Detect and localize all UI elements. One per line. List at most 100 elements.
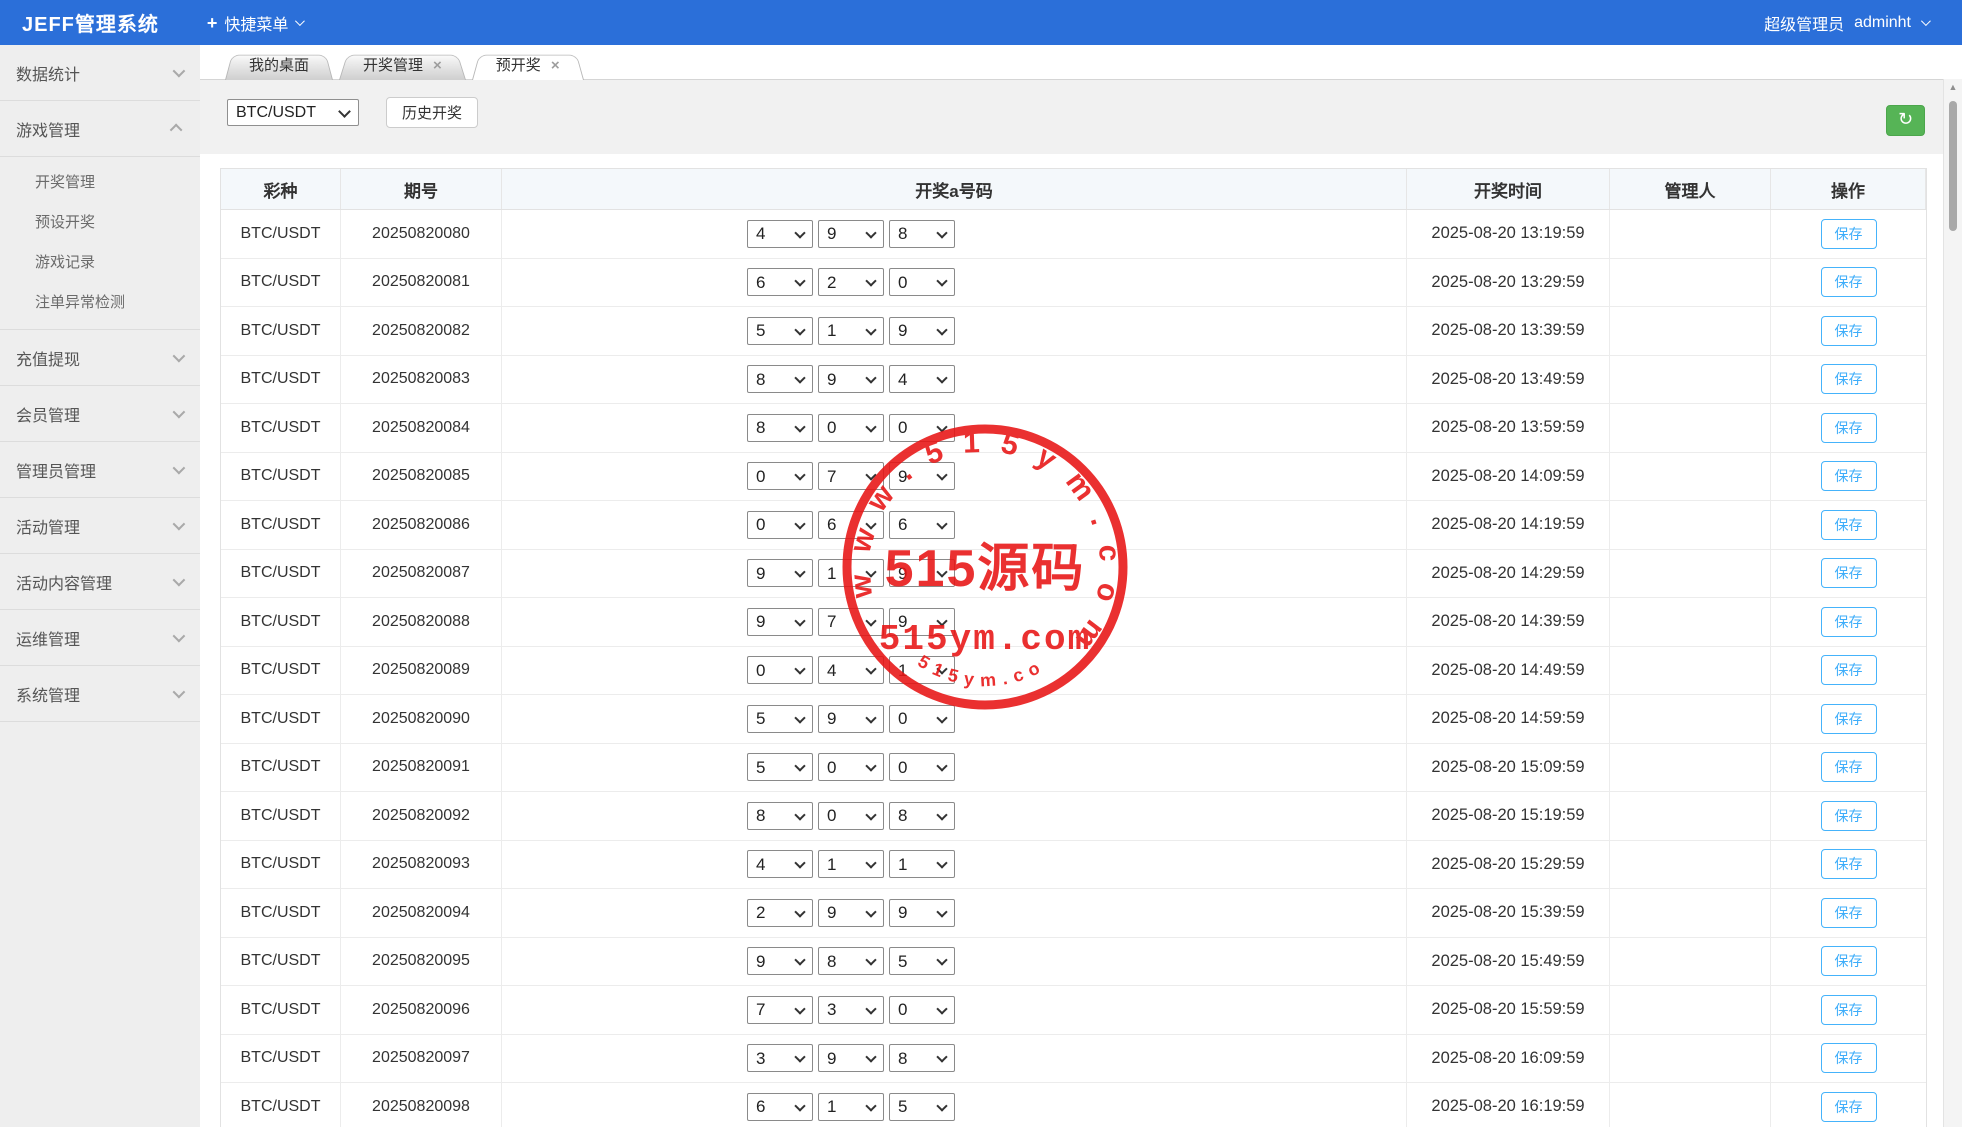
save-button[interactable]: 保存 [1821,267,1877,297]
number-select[interactable]: 8 [889,220,955,248]
sidebar-item-recharge-withdraw[interactable]: 充值提现 [0,330,200,386]
number-select[interactable]: 7 [818,462,884,490]
number-select[interactable]: 0 [889,268,955,296]
number-select[interactable]: 9 [889,899,955,927]
number-select[interactable]: 9 [747,559,813,587]
tab-close-icon[interactable]: × [551,57,560,74]
number-select[interactable]: 3 [747,1044,813,1072]
number-select[interactable]: 0 [818,753,884,781]
sidebar-item-data-stats[interactable]: 数据统计 [0,45,200,101]
save-button[interactable]: 保存 [1821,946,1877,976]
number-select[interactable]: 5 [747,753,813,781]
number-select[interactable]: 9 [747,608,813,636]
number-select[interactable]: 7 [818,608,884,636]
number-select[interactable]: 5 [889,1093,955,1121]
save-button[interactable]: 保存 [1821,1092,1877,1122]
number-select[interactable]: 3 [818,996,884,1024]
tab-close-icon[interactable]: × [433,57,442,74]
number-select[interactable]: 8 [747,414,813,442]
number-select[interactable]: 4 [818,656,884,684]
number-select[interactable]: 1 [818,559,884,587]
sidebar-subitem-game-records[interactable]: 游戏记录 [0,243,200,283]
save-button[interactable]: 保存 [1821,704,1877,734]
number-select[interactable]: 5 [747,705,813,733]
number-select[interactable]: 0 [818,414,884,442]
number-select[interactable]: 0 [818,802,884,830]
scrollbar-up-arrow[interactable]: ▲ [1944,79,1962,95]
sidebar-subitem-preset-draw[interactable]: 预设开奖 [0,203,200,243]
number-select[interactable]: 7 [747,996,813,1024]
save-button[interactable]: 保存 [1821,558,1877,588]
sidebar-item-activity-content-mgmt[interactable]: 活动内容管理 [0,554,200,610]
sidebar-item-ops-mgmt[interactable]: 运维管理 [0,610,200,666]
save-button[interactable]: 保存 [1821,413,1877,443]
number-select[interactable]: 0 [889,414,955,442]
tab-my-desktop[interactable]: 我的桌面 [225,51,333,80]
number-select[interactable]: 1 [818,850,884,878]
number-select[interactable]: 6 [889,511,955,539]
save-button[interactable]: 保存 [1821,219,1877,249]
refresh-button[interactable]: ↻ [1886,105,1925,136]
number-select[interactable]: 4 [747,850,813,878]
number-select[interactable]: 0 [747,656,813,684]
scrollbar-thumb[interactable] [1949,101,1957,231]
number-select[interactable]: 9 [818,1044,884,1072]
number-select[interactable]: 9 [747,947,813,975]
number-select[interactable]: 1 [818,1093,884,1121]
save-button[interactable]: 保存 [1821,655,1877,685]
number-select[interactable]: 1 [889,656,955,684]
number-select[interactable]: 8 [818,947,884,975]
number-select[interactable]: 8 [889,1044,955,1072]
number-select[interactable]: 5 [747,317,813,345]
number-select[interactable]: 6 [818,511,884,539]
number-select[interactable]: 1 [889,850,955,878]
save-button[interactable]: 保存 [1821,461,1877,491]
sidebar-item-member-mgmt[interactable]: 会员管理 [0,386,200,442]
number-select[interactable]: 9 [818,705,884,733]
number-select[interactable]: 9 [818,899,884,927]
lottery-select[interactable]: BTC/USDT [227,99,359,126]
history-draw-button[interactable]: 历史开奖 [386,97,478,128]
sidebar-item-activity-mgmt[interactable]: 活动管理 [0,498,200,554]
number-select[interactable]: 9 [818,365,884,393]
number-select[interactable]: 1 [818,317,884,345]
tab-pre-draw[interactable]: 预开奖× [472,51,584,80]
number-select[interactable]: 8 [747,802,813,830]
save-button[interactable]: 保存 [1821,898,1877,928]
sidebar-item-system-mgmt[interactable]: 系统管理 [0,666,200,722]
save-button[interactable]: 保存 [1821,364,1877,394]
number-select[interactable]: 6 [747,1093,813,1121]
tab-draw-mgmt[interactable]: 开奖管理× [339,51,466,80]
number-select[interactable]: 2 [747,899,813,927]
save-button[interactable]: 保存 [1821,1043,1877,1073]
number-select[interactable]: 8 [747,365,813,393]
number-select[interactable]: 8 [889,802,955,830]
quick-menu-button[interactable]: + 快捷菜单 [207,11,303,35]
number-select[interactable]: 9 [889,317,955,345]
number-select[interactable]: 4 [747,220,813,248]
number-select[interactable]: 2 [818,268,884,296]
sidebar-subitem-draw-mgmt[interactable]: 开奖管理 [0,163,200,203]
number-select[interactable]: 5 [889,947,955,975]
sidebar-subitem-order-anomaly-check[interactable]: 注单异常检测 [0,283,200,323]
save-button[interactable]: 保存 [1821,510,1877,540]
number-select[interactable]: 9 [889,608,955,636]
number-select[interactable]: 0 [889,753,955,781]
number-select[interactable]: 0 [889,705,955,733]
save-button[interactable]: 保存 [1821,995,1877,1025]
save-button[interactable]: 保存 [1821,752,1877,782]
number-select[interactable]: 4 [889,365,955,393]
number-select[interactable]: 9 [818,220,884,248]
number-select[interactable]: 9 [889,462,955,490]
sidebar-item-game-mgmt[interactable]: 游戏管理 [0,101,200,157]
number-select[interactable]: 0 [747,511,813,539]
save-button[interactable]: 保存 [1821,607,1877,637]
user-menu[interactable]: 超级管理员 adminht [1764,11,1928,35]
number-select[interactable]: 9 [889,559,955,587]
save-button[interactable]: 保存 [1821,849,1877,879]
save-button[interactable]: 保存 [1821,801,1877,831]
sidebar-item-admin-mgmt[interactable]: 管理员管理 [0,442,200,498]
save-button[interactable]: 保存 [1821,316,1877,346]
number-select[interactable]: 6 [747,268,813,296]
number-select[interactable]: 0 [747,462,813,490]
